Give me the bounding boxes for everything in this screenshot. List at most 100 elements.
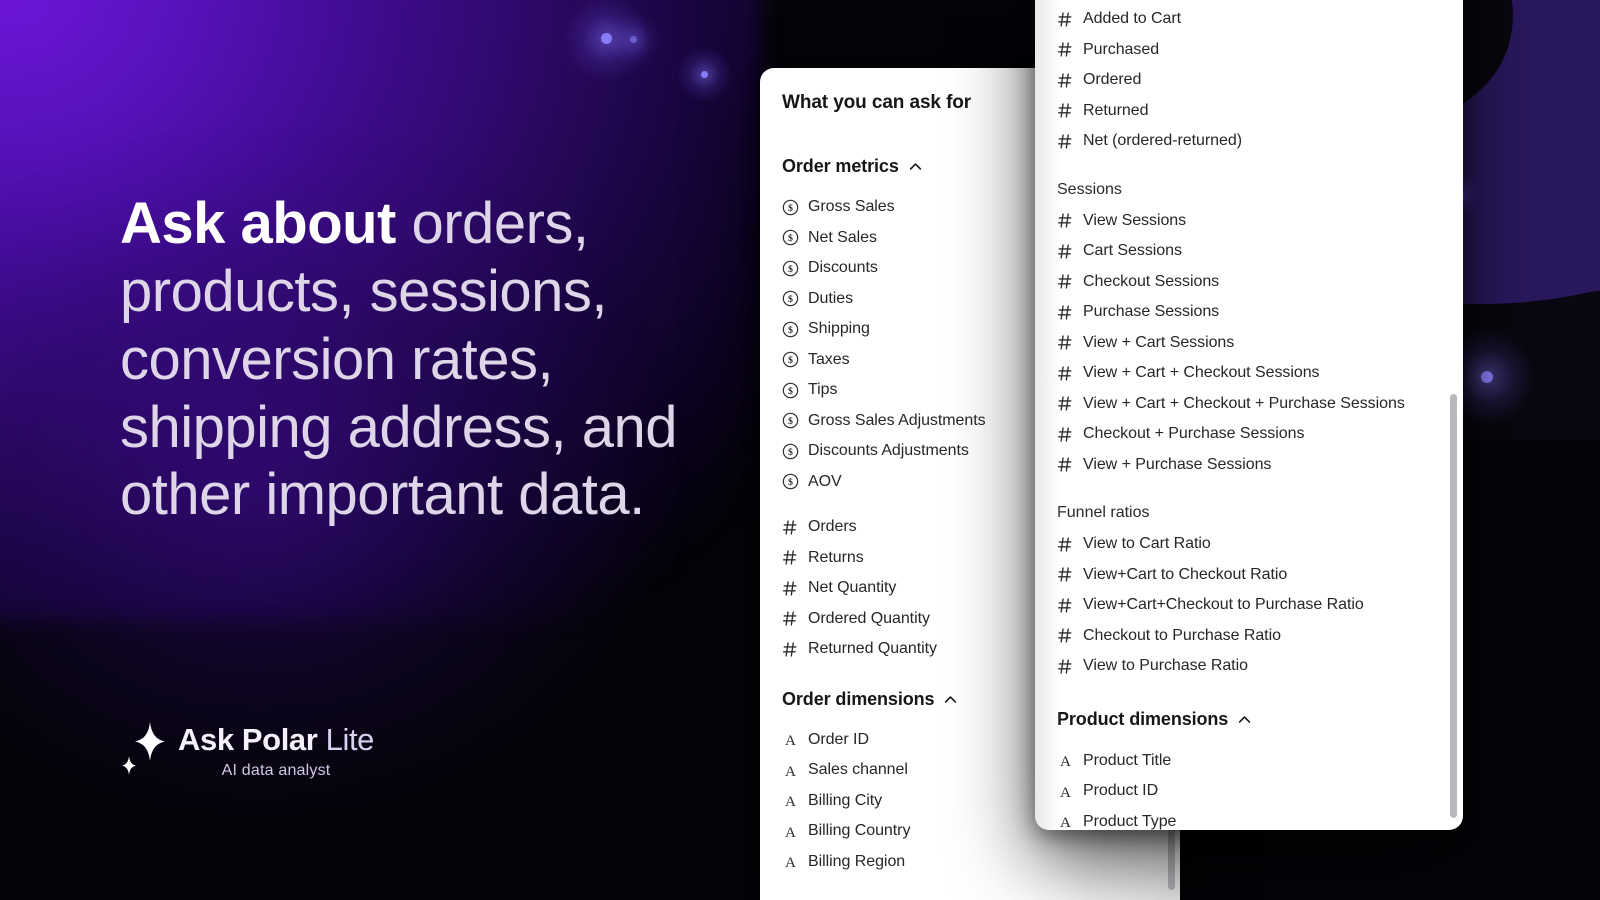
list-item[interactable]: Purchased (1057, 35, 1441, 66)
currency-dollar-icon: $ (782, 412, 799, 429)
item-label: View Sessions (1083, 211, 1187, 229)
hero-headline-bold: Ask about (120, 191, 396, 256)
currency-dollar-icon: $ (782, 351, 799, 368)
hash-icon (1057, 395, 1074, 412)
hash-icon (1057, 102, 1074, 119)
text-a-icon: A (782, 762, 799, 779)
item-label: Sales channel (808, 761, 908, 779)
list-item[interactable]: View + Purchase Sessions (1057, 450, 1441, 481)
logo-tagline: AI data analyst (221, 762, 331, 779)
item-label: Purchase Sessions (1083, 303, 1220, 321)
list-item[interactable]: Ordered (1057, 65, 1441, 96)
hash-icon (1057, 597, 1074, 614)
list-item[interactable]: Net (ordered-returned) (1057, 126, 1441, 157)
currency-dollar-icon: $ (782, 199, 799, 216)
session-panel-scrollbar[interactable] (1450, 394, 1457, 818)
item-label: View+Cart to Checkout Ratio (1083, 565, 1288, 583)
sparkle-star-icon (120, 720, 166, 778)
hash-icon (1057, 426, 1074, 443)
group-label: Order metrics (782, 156, 899, 176)
list-item[interactable]: A Product Type (1057, 807, 1441, 830)
text-a-icon: A (1057, 813, 1074, 830)
list-item[interactable]: View + Cart + Checkout Sessions (1057, 358, 1441, 389)
sessions-list: View Sessions Cart Sessions Checkout Ses… (1057, 206, 1441, 481)
item-label: Checkout to Purchase Ratio (1083, 626, 1281, 644)
text-a-icon: A (1057, 783, 1074, 800)
order-panel-scrollbar[interactable] (1168, 828, 1175, 890)
svg-text:A: A (1060, 785, 1071, 800)
item-label: Shipping (808, 320, 870, 338)
list-item[interactable]: Checkout Sessions (1057, 267, 1441, 298)
list-item[interactable]: A Product ID (1057, 776, 1441, 807)
list-item[interactable]: Returned (1057, 96, 1441, 127)
item-label: View to Purchase Ratio (1083, 657, 1248, 675)
hash-icon (1057, 212, 1074, 229)
currency-dollar-icon: $ (782, 229, 799, 246)
text-a-icon: A (1057, 752, 1074, 769)
item-label: AOV (808, 472, 842, 490)
list-item[interactable]: View + Cart Sessions (1057, 328, 1441, 359)
hero-section: Ask about orders, products, sessions, co… (120, 190, 720, 529)
list-item[interactable]: View to Cart Ratio (1057, 529, 1441, 560)
item-label: View + Cart + Checkout + Purchase Sessio… (1083, 394, 1405, 412)
list-item[interactable]: Checkout to Purchase Ratio (1057, 621, 1441, 652)
item-label: Billing Country (808, 822, 911, 840)
item-label: View to Cart Ratio (1083, 535, 1211, 553)
hash-icon (782, 549, 799, 566)
item-label: Net Quantity (808, 579, 897, 597)
brand-logo: Ask Polar Lite AI data analyst (120, 718, 374, 780)
hash-icon (1057, 72, 1074, 89)
svg-text:$: $ (788, 294, 793, 305)
hash-icon (1057, 334, 1074, 351)
svg-text:A: A (785, 764, 796, 779)
list-item[interactable]: A Billing Region (782, 847, 1158, 878)
item-label: Discounts Adjustments (808, 442, 969, 460)
item-label: Net Sales (808, 228, 877, 246)
list-item[interactable]: Cart Sessions (1057, 236, 1441, 267)
svg-text:$: $ (788, 264, 793, 275)
currency-dollar-icon: $ (782, 290, 799, 307)
logo-name-light: Lite (325, 722, 375, 757)
list-item[interactable]: View + Cart + Checkout + Purchase Sessio… (1057, 389, 1441, 420)
list-item[interactable]: View+Cart+Checkout to Purchase Ratio (1057, 590, 1441, 621)
list-item[interactable]: A Product Title (1057, 746, 1441, 777)
list-item[interactable]: View+Cart to Checkout Ratio (1057, 560, 1441, 591)
glow-dot (1440, 330, 1534, 424)
glow-dot (606, 12, 661, 67)
list-item[interactable]: Checkout + Purchase Sessions (1057, 419, 1441, 450)
svg-text:$: $ (788, 386, 793, 397)
list-item[interactable]: Purchase Sessions (1057, 297, 1441, 328)
hash-icon (1057, 41, 1074, 58)
text-a-icon: A (782, 823, 799, 840)
chevron-up-icon[interactable] (943, 692, 958, 707)
list-item[interactable]: Added to Cart (1057, 4, 1441, 35)
hash-icon (1057, 456, 1074, 473)
hash-icon (1057, 243, 1074, 260)
item-label: View + Purchase Sessions (1083, 455, 1272, 473)
svg-text:$: $ (788, 447, 793, 458)
funnel-ratios-list: View to Cart Ratio View+Cart to Checkout… (1057, 529, 1441, 682)
svg-text:A: A (785, 855, 796, 870)
group-label: Product dimensions (1057, 708, 1229, 729)
item-label: Checkout Sessions (1083, 272, 1220, 290)
list-item[interactable]: View to Purchase Ratio (1057, 651, 1441, 682)
hash-icon (1057, 11, 1074, 28)
item-label: Cart Sessions (1083, 242, 1182, 260)
currency-dollar-icon: $ (782, 321, 799, 338)
chevron-up-icon[interactable] (1237, 712, 1252, 727)
group-header-product-dimensions[interactable]: Product dimensions (1057, 709, 1441, 730)
event-metrics-list: Added to Cart Purchased Ordered Returned… (1057, 0, 1441, 157)
hash-icon (1057, 304, 1074, 321)
currency-dollar-icon: $ (782, 260, 799, 277)
item-label: Net (ordered-returned) (1083, 132, 1242, 150)
chevron-up-icon[interactable] (908, 159, 923, 174)
product-dimensions-list: A Product Title A Product ID A Product Type (1057, 746, 1441, 830)
svg-text:A: A (1060, 815, 1071, 830)
list-item[interactable]: View Sessions (1057, 206, 1441, 237)
svg-text:$: $ (788, 325, 793, 336)
hash-icon (782, 519, 799, 536)
hash-icon (1057, 536, 1074, 553)
svg-text:A: A (785, 825, 796, 840)
logo-name-bold: Ask Polar (178, 722, 318, 757)
hero-headline: Ask about orders, products, sessions, co… (120, 190, 720, 529)
